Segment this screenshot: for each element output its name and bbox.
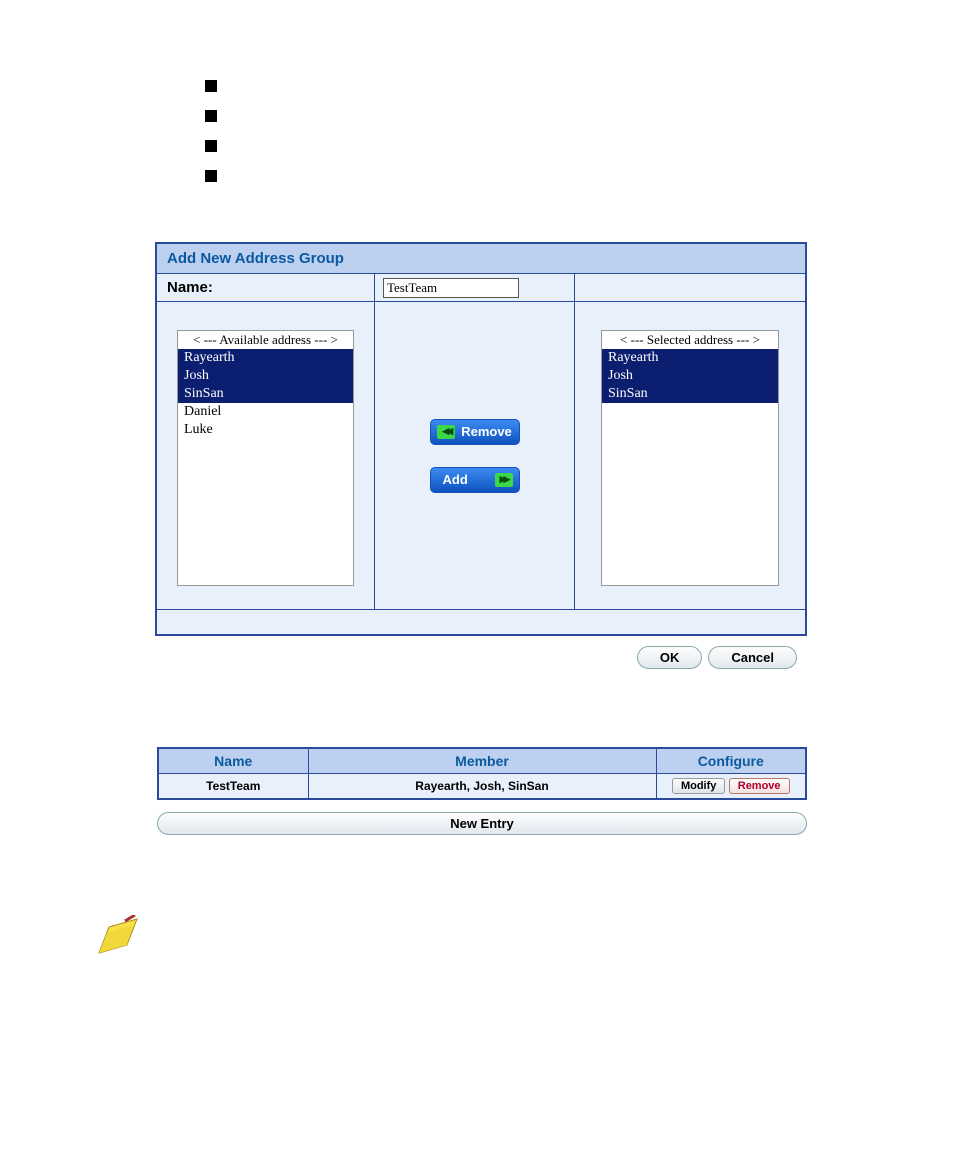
table-header-row: Name Member Configure xyxy=(158,748,806,774)
remove-button[interactable]: ◀◀ Remove xyxy=(430,419,520,445)
add-address-group-dialog: Add New Address Group Name: < --- Availa… xyxy=(155,242,807,636)
group-name-input[interactable] xyxy=(383,278,519,298)
available-cell: < --- Available address --- > RayearthJo… xyxy=(157,302,375,609)
name-input-cell xyxy=(375,274,575,301)
selected-listbox[interactable]: < --- Selected address --- > RayearthJos… xyxy=(601,330,779,586)
arrow-right-icon: ▶▶ xyxy=(495,473,513,487)
cell-name: TestTeam xyxy=(158,774,308,800)
name-row: Name: xyxy=(157,274,805,302)
bullet-icon xyxy=(205,80,217,92)
table-row: TestTeamRayearth, Josh, SinSanModify Rem… xyxy=(158,774,806,800)
new-entry-button[interactable]: New Entry xyxy=(157,812,807,835)
bullet-icon xyxy=(205,110,217,122)
groups-table: Name Member Configure TestTeamRayearth, … xyxy=(157,747,807,800)
modify-button[interactable]: Modify xyxy=(672,778,725,794)
bullet-icon xyxy=(205,140,217,152)
available-label: < --- Available address --- > xyxy=(178,331,353,349)
list-item[interactable]: Rayearth xyxy=(602,349,778,367)
selected-cell: < --- Selected address --- > RayearthJos… xyxy=(575,302,805,609)
list-item[interactable]: Daniel xyxy=(178,403,353,421)
header-configure: Configure xyxy=(656,748,806,774)
header-member: Member xyxy=(308,748,656,774)
list-item[interactable]: SinSan xyxy=(602,385,778,403)
dialog-footer xyxy=(157,610,805,634)
remove-row-button[interactable]: Remove xyxy=(729,778,790,794)
dialog-buttons-row: OK Cancel xyxy=(155,636,807,669)
selected-label: < --- Selected address --- > xyxy=(602,331,778,349)
available-listbox[interactable]: < --- Available address --- > RayearthJo… xyxy=(177,330,354,586)
transfer-buttons-cell: ◀◀ Remove Add ▶▶ xyxy=(375,302,575,609)
list-item[interactable]: Luke xyxy=(178,421,353,439)
list-item[interactable]: Josh xyxy=(178,367,353,385)
ok-button[interactable]: OK xyxy=(637,646,703,669)
add-label: Add xyxy=(443,472,468,487)
empty-cell xyxy=(575,274,805,301)
new-entry-row: New Entry xyxy=(157,812,807,835)
header-name: Name xyxy=(158,748,308,774)
dialog-title: Add New Address Group xyxy=(157,244,805,274)
cell-member: Rayearth, Josh, SinSan xyxy=(308,774,656,800)
list-item[interactable]: SinSan xyxy=(178,385,353,403)
lists-row: < --- Available address --- > RayearthJo… xyxy=(157,302,805,610)
list-item[interactable]: Rayearth xyxy=(178,349,353,367)
note-icon xyxy=(95,915,954,964)
bullet-list xyxy=(205,80,954,182)
arrow-left-icon: ◀◀ xyxy=(437,425,455,439)
name-label: Name: xyxy=(157,274,375,301)
bullet-icon xyxy=(205,170,217,182)
cell-configure: Modify Remove xyxy=(656,774,806,800)
add-button[interactable]: Add ▶▶ xyxy=(430,467,520,493)
cancel-button[interactable]: Cancel xyxy=(708,646,797,669)
remove-label: Remove xyxy=(461,424,512,439)
list-item[interactable]: Josh xyxy=(602,367,778,385)
